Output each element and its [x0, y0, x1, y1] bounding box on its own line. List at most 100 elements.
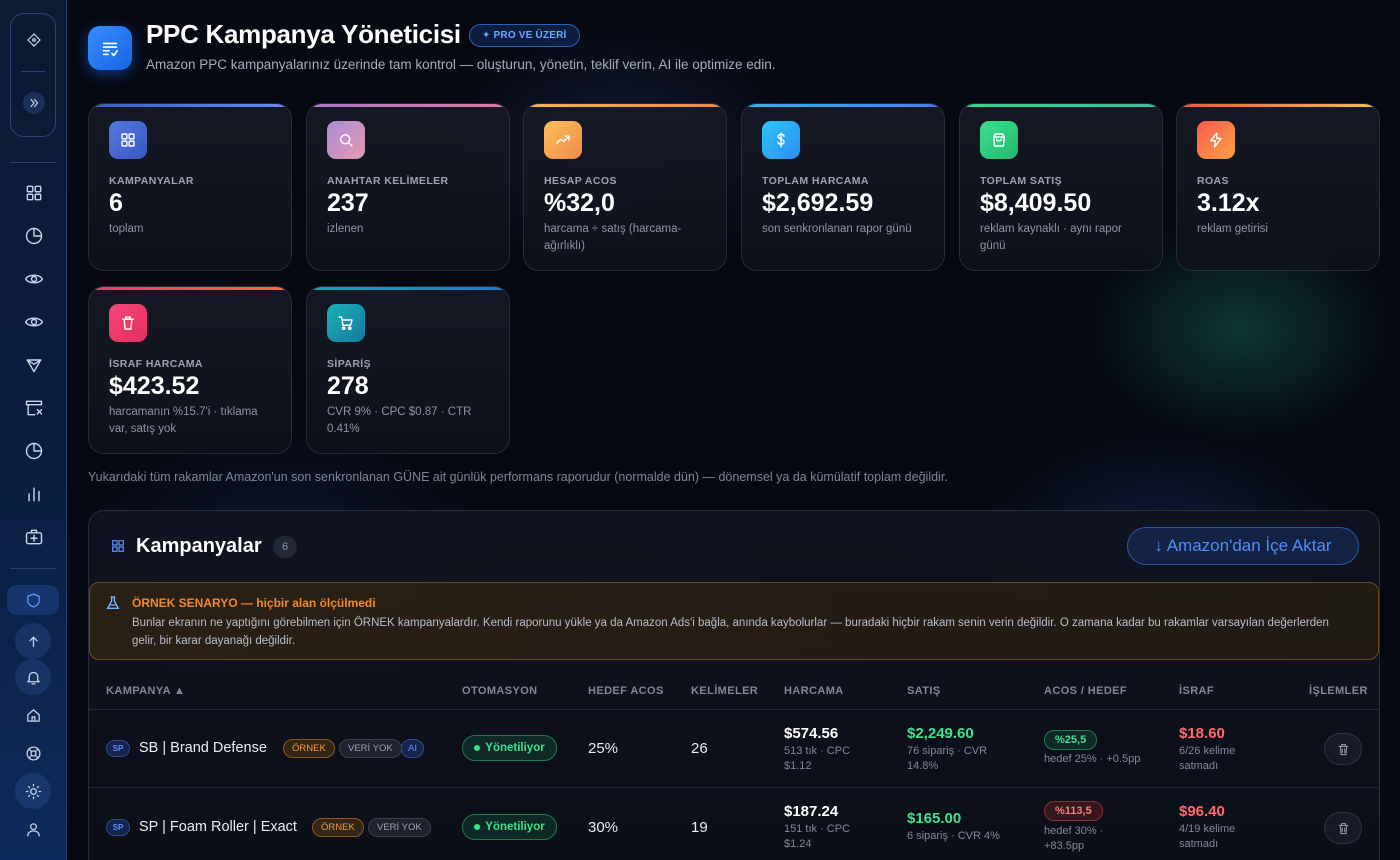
stat-label: KAMPANYALAR [109, 175, 194, 187]
bolt-icon [1197, 121, 1235, 159]
stat-value: $2,692.59 [762, 189, 874, 217]
spend-detail: 151 tık · CPC $1.24 [784, 823, 851, 850]
col-header-actions: İŞLEMLER [1309, 685, 1368, 697]
watch-icon[interactable] [23, 311, 45, 333]
trash-icon [109, 304, 147, 342]
stat-sub: reklam getirisi [1197, 223, 1268, 235]
stat-sub: izlenen [327, 223, 364, 235]
sun-theme-icon[interactable] [15, 773, 51, 809]
waste-value: $96.40 [1179, 803, 1225, 820]
waste-value: $18.60 [1179, 725, 1225, 742]
user-icon[interactable] [14, 813, 52, 845]
flask-icon [105, 595, 121, 614]
grid-icon [110, 538, 126, 554]
trash-icon [1338, 822, 1348, 834]
dashboard-icon[interactable] [23, 182, 45, 204]
automation-status-pill[interactable]: Yönetiliyor [462, 735, 557, 761]
stat-card-waste: İSRAF HARCAMA $423.52 harcamanın %15.7'i… [88, 286, 292, 454]
campaign-name[interactable]: SP | Foam Roller | Exact [139, 819, 297, 835]
sales-value: $2,249.60 [907, 725, 974, 742]
page-title: PPC Kampanya Yöneticisi [146, 19, 461, 49]
campaign-type-badge: SP [106, 819, 130, 836]
scenario-title: ÖRNEK SENARYO — hiçbir alan ölçülmedi [132, 596, 376, 610]
gem-icon[interactable] [23, 354, 45, 376]
diamond-icon[interactable] [23, 29, 45, 51]
stat-label: TOPLAM SATIŞ [980, 175, 1062, 187]
stat-card-orders: SİPARİŞ 278 CVR 9% · CPC $0.87 · CTR 0.4… [306, 286, 510, 454]
acos-badge: %25,5 [1044, 730, 1098, 750]
automation-status-pill[interactable]: Yönetiliyor [462, 814, 557, 840]
stat-value: 278 [327, 372, 369, 400]
table-row[interactable]: SP SB | Brand Defense ÖRNEK VERİ YOK AI … [89, 709, 1379, 787]
spend-value: $187.24 [784, 803, 839, 820]
target-acos-value: 25% [588, 740, 619, 757]
sidebar-top-group [10, 13, 56, 137]
stat-card-roas: ROAS 3.12x reklam getirisi [1176, 103, 1380, 271]
grid-icon [109, 121, 147, 159]
stat-label: SİPARİŞ [327, 358, 372, 370]
help-lifebuoy-icon[interactable] [14, 737, 52, 769]
col-header-spend: HARCAMA [784, 685, 844, 697]
page-subtitle: Amazon PPC kampanyalarınız üzerinde tam … [146, 57, 776, 72]
stat-label: HESAP ACOS [544, 175, 617, 187]
sales-detail: 76 sipariş · CVR 14.8% [907, 745, 988, 772]
acos-badge: %113,5 [1044, 801, 1103, 821]
arrow-up-icon[interactable] [15, 623, 51, 659]
sales-value: $165.00 [907, 810, 962, 827]
dollar-icon [762, 121, 800, 159]
campaigns-panel: Kampanyalar 6 ↓ Amazon'dan İçe Aktar ÖRN… [88, 510, 1380, 860]
campaign-name[interactable]: SB | Brand Defense [139, 740, 267, 756]
shield-icon[interactable] [7, 585, 59, 615]
campaign-count-badge: 6 [273, 536, 297, 558]
medical-kit-icon[interactable] [23, 526, 45, 548]
stat-value: 6 [109, 189, 123, 217]
eye-icon[interactable] [23, 268, 45, 290]
col-header-campaign[interactable]: KAMPANYA ▲ [106, 685, 185, 697]
stat-value: %32,0 [544, 189, 615, 217]
pro-badge: ✦ PRO VE ÜZERİ [469, 24, 580, 47]
campaign-type-badge: SP [106, 740, 130, 757]
bar-chart-icon[interactable] [23, 483, 45, 505]
expand-sidebar-icon[interactable] [23, 92, 45, 114]
spend-value: $574.56 [784, 725, 839, 742]
acos-detail: hedef 25% · +0.5pp [1044, 753, 1141, 765]
stat-value: 3.12x [1197, 189, 1260, 217]
home-icon[interactable] [14, 699, 52, 731]
delete-campaign-button[interactable] [1324, 812, 1362, 844]
col-header-target-acos: HEDEF ACOS [588, 685, 664, 697]
table-row[interactable]: SP SP | Foam Roller | Exact ÖRNEK VERİ Y… [89, 787, 1379, 860]
col-header-sales: SATIŞ [907, 685, 941, 697]
stat-sub: harcama ÷ satış (harcama-ağırlıklı) [544, 223, 682, 252]
search-icon [327, 121, 365, 159]
col-header-acos-target: ACOS / HEDEF [1044, 685, 1128, 697]
waste-detail: 6/26 kelime satmadı [1179, 745, 1236, 772]
import-from-amazon-button[interactable]: ↓ Amazon'dan İçe Aktar [1127, 527, 1359, 565]
spend-detail: 513 tık · CPC $1.12 [784, 745, 851, 772]
delete-campaign-button[interactable] [1324, 733, 1362, 765]
trend-icon [544, 121, 582, 159]
stat-card-acos: HESAP ACOS %32,0 harcama ÷ satış (harcam… [523, 103, 727, 271]
panel-title: Kampanyalar [136, 535, 262, 557]
bag-icon [980, 121, 1018, 159]
ai-tag: AI [401, 739, 424, 758]
bell-icon[interactable] [15, 659, 51, 695]
sample-tag: ÖRNEK [312, 818, 364, 837]
stat-label: İSRAF HARCAMA [109, 358, 203, 370]
archive-x-icon[interactable] [23, 397, 45, 419]
no-data-tag: VERİ YOK [339, 739, 402, 758]
stat-sub: harcamanın %15.7'i · tıklama var, satış … [109, 406, 258, 435]
stat-value: 237 [327, 189, 369, 217]
col-header-keywords: KELİMELER [691, 685, 759, 697]
sales-detail: 6 sipariş · CVR 4% [907, 830, 1000, 842]
pie-chart-icon[interactable] [23, 225, 45, 247]
report-pie-icon[interactable] [23, 440, 45, 462]
target-acos-value: 30% [588, 819, 619, 836]
trash-icon [1338, 743, 1348, 755]
no-data-tag: VERİ YOK [368, 818, 431, 837]
stat-sub: son senkronlanan rapor günü [762, 223, 912, 235]
stat-label: TOPLAM HARCAMA [762, 175, 869, 187]
stat-card-campaigns: KAMPANYALAR 6 toplam [88, 103, 292, 271]
col-header-automation: OTOMASYON [462, 685, 538, 697]
list-check-icon [88, 26, 132, 70]
stat-sub: CVR 9% · CPC $0.87 · CTR 0.41% [327, 406, 472, 435]
